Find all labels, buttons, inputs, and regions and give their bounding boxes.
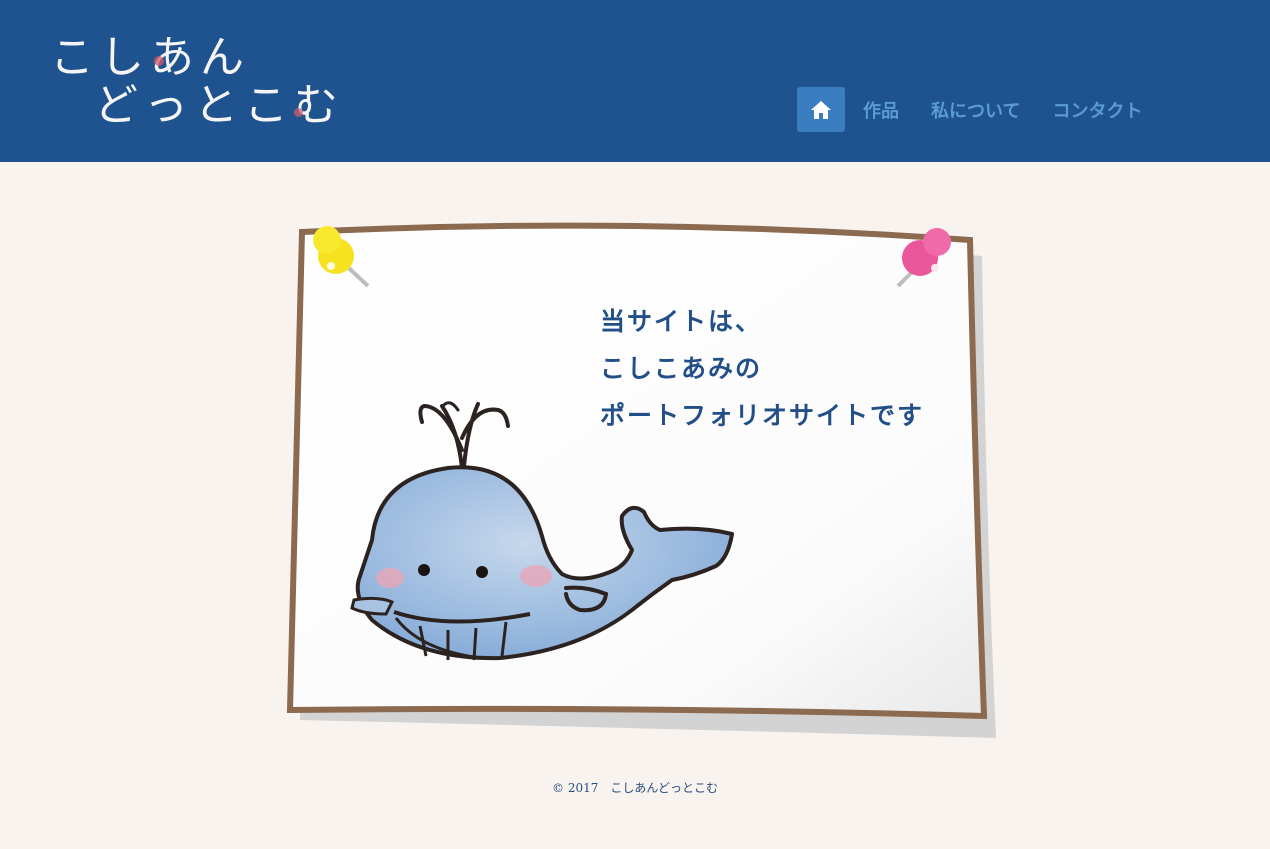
logo-text-line2: どっとこむ [94,80,344,131]
nav-item-about[interactable]: 私について [931,97,1020,123]
logo-accent-dot [154,56,164,66]
copyright-text: © 2017 こしあんどっとこむ [552,781,718,795]
nav-item-works[interactable]: 作品 [863,97,899,123]
site-logo[interactable]: こしあん どっとこむ [50,30,350,140]
nav-item-contact[interactable]: コンタクト [1052,97,1142,123]
intro-message-line: ポートフォリオサイトです [600,401,925,430]
pinned-note-board: 当サイトは、 こしこあみの ポートフォリオサイトです [280,210,1000,740]
main-nav: 作品 私について コンタクト [797,87,1142,132]
intro-message-line: 当サイトは、 [600,307,763,336]
intro-message-line: こしこあみの [600,354,763,383]
logo-text-line1: こしあん [50,32,250,83]
home-icon [811,100,831,119]
site-footer: © 2017 こしあんどっとこむ [0,779,1270,796]
logo-accent-dot [294,108,303,117]
intro-message: 当サイトは、 こしこあみの ポートフォリオサイトです [600,298,924,439]
site-header: こしあん どっとこむ 作品 私について コンタクト [0,0,1270,162]
nav-home-button[interactable] [797,87,845,132]
note-card [286,222,996,738]
